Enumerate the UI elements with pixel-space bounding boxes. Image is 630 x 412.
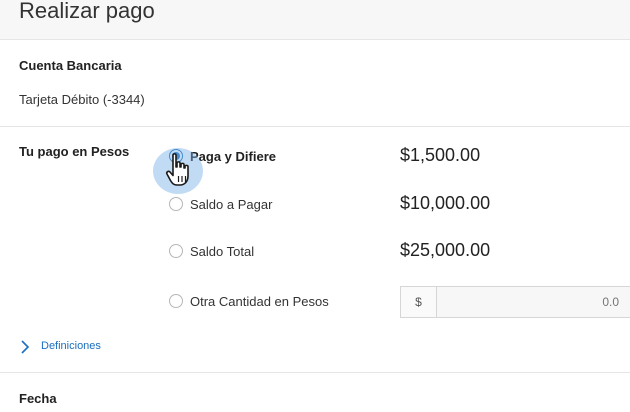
bank-account-value: Tarjeta Débito (-3344) xyxy=(19,92,145,107)
date-section: Fecha xyxy=(0,373,630,412)
radio-saldo-total[interactable] xyxy=(169,244,183,258)
currency-prefix: $ xyxy=(401,287,437,317)
other-amount-field[interactable]: $ xyxy=(400,286,630,318)
payment-label: Tu pago en Pesos xyxy=(19,144,130,159)
option-amount: $25,000.00 xyxy=(400,240,491,260)
definitions-link-label: Definiciones xyxy=(41,340,101,352)
option-saldo-total[interactable]: Saldo Total $25,000.00 xyxy=(166,240,630,264)
other-amount-input[interactable] xyxy=(437,287,627,317)
bank-account-label: Cuenta Bancaria xyxy=(19,58,122,73)
bank-account-section: Cuenta Bancaria Tarjeta Débito (-3344) xyxy=(0,40,630,127)
option-amount: $10,000.00 xyxy=(400,193,491,213)
option-label: Paga y Difiere xyxy=(190,149,276,164)
option-amount: $1,500.00 xyxy=(400,145,481,165)
option-paga-y-difiere[interactable]: Paga y Difiere $1,500.00 xyxy=(166,145,630,169)
date-label: Fecha xyxy=(19,391,57,406)
chevron-right-icon xyxy=(21,340,30,354)
option-otra-cantidad[interactable]: Otra Cantidad en Pesos xyxy=(166,290,396,314)
option-saldo-a-pagar[interactable]: Saldo a Pagar $10,000.00 xyxy=(166,193,630,217)
hand-cursor-icon xyxy=(165,153,189,186)
page-title: Realizar pago xyxy=(19,0,155,23)
radio-saldo-a-pagar[interactable] xyxy=(169,197,183,211)
option-label: Saldo a Pagar xyxy=(190,197,273,212)
page-header: Realizar pago xyxy=(0,0,630,40)
option-label: Otra Cantidad en Pesos xyxy=(190,294,329,309)
option-label: Saldo Total xyxy=(190,244,255,259)
radio-otra-cantidad[interactable] xyxy=(169,294,183,308)
